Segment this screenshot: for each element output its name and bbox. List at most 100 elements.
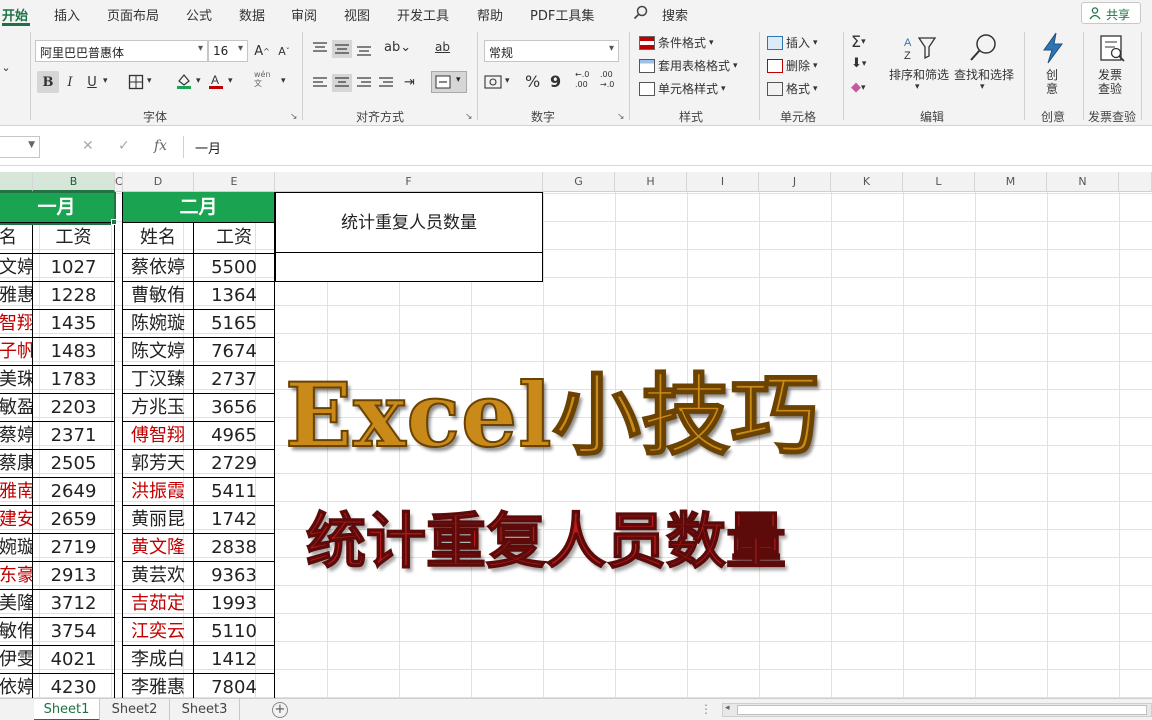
fill-handle[interactable]: [111, 219, 117, 225]
formula-input[interactable]: 一月: [183, 136, 1152, 158]
feb-name-header[interactable]: 姓名: [122, 223, 194, 254]
jan-salary-cell[interactable]: 1435: [33, 310, 115, 338]
cell-styles-button[interactable]: 单元格样式 ▾: [639, 80, 726, 97]
jan-name-cell[interactable]: 敏侑: [0, 618, 33, 646]
sheet-tab-3[interactable]: Sheet3: [170, 699, 240, 720]
column-header-n[interactable]: N: [1047, 172, 1119, 192]
jan-name-cell[interactable]: 蔡婷: [0, 422, 33, 450]
feb-name-cell[interactable]: 蔡依婷: [122, 254, 194, 282]
stat-title-cell[interactable]: 统计重复人员数量: [276, 193, 542, 253]
sheet-tab-1[interactable]: Sheet1: [34, 699, 100, 720]
vertical-align-icons[interactable]: [311, 40, 375, 58]
feb-salary-cell[interactable]: 5411: [194, 478, 275, 506]
column-header-j[interactable]: J: [759, 172, 831, 192]
invoice-check-icon[interactable]: [1098, 34, 1126, 62]
tab-page-layout[interactable]: 页面布局: [107, 5, 159, 24]
comma-style-button[interactable]: 9: [550, 72, 561, 91]
scroll-left-icon[interactable]: ◂: [725, 703, 730, 713]
autosum-icon[interactable]: Σ ▾: [851, 32, 866, 51]
jan-name-cell[interactable]: 雅惠: [0, 282, 33, 310]
feb-salary-cell[interactable]: 5165: [194, 310, 275, 338]
column-header-c[interactable]: C: [115, 172, 123, 192]
stat-result-cell[interactable]: [276, 254, 542, 282]
feb-name-cell[interactable]: 郭芳天: [122, 450, 194, 478]
border-icon[interactable]: [128, 74, 144, 90]
clear-icon[interactable]: ◆ ▾: [851, 80, 866, 95]
jan-salary-cell[interactable]: 2649: [33, 478, 115, 506]
jan-name-cell[interactable]: 蔡康: [0, 450, 33, 478]
feb-salary-cell[interactable]: 9363: [194, 562, 275, 590]
increase-decimal-button[interactable]: ←.0 .00: [575, 70, 589, 90]
column-header-i[interactable]: I: [687, 172, 759, 192]
cancel-icon[interactable]: ✕: [82, 138, 94, 154]
format-cells-button[interactable]: 格式 ▾: [767, 80, 818, 97]
number-format-select[interactable]: 常规 ▾: [484, 40, 619, 62]
chevron-down-icon[interactable]: ▾: [505, 76, 510, 86]
phonetic-guide-icon[interactable]: wén 文: [254, 70, 271, 88]
chevron-down-icon[interactable]: ▾: [147, 76, 152, 86]
jan-header-cell[interactable]: 一月: [0, 192, 115, 223]
chevron-down-icon[interactable]: ▾: [196, 76, 201, 86]
delete-cells-button[interactable]: 删除 ▾: [767, 57, 818, 74]
jan-salary-cell[interactable]: 2719: [33, 534, 115, 562]
bold-button[interactable]: B: [37, 71, 59, 93]
feb-salary-cell[interactable]: 7674: [194, 338, 275, 366]
jan-salary-cell[interactable]: 1783: [33, 366, 115, 394]
jan-salary-cell[interactable]: 1483: [33, 338, 115, 366]
accounting-format-icon[interactable]: [484, 73, 502, 91]
search-label[interactable]: 搜索: [662, 5, 688, 24]
tab-data[interactable]: 数据: [239, 5, 265, 24]
feb-name-cell[interactable]: 李雅惠: [122, 674, 194, 698]
name-box[interactable]: ▼: [0, 136, 40, 158]
decrease-decimal-button[interactable]: .00 →.0: [600, 70, 614, 90]
dialog-launcher-icon[interactable]: ↘: [617, 112, 625, 122]
column-header-m[interactable]: M: [975, 172, 1047, 192]
feb-salary-cell[interactable]: 1412: [194, 646, 275, 674]
orientation-icon[interactable]: ab⌄: [384, 40, 411, 55]
feb-salary-cell[interactable]: 2729: [194, 450, 275, 478]
sheet-tab-2[interactable]: Sheet2: [100, 699, 170, 720]
add-sheet-icon[interactable]: +: [272, 702, 288, 718]
worksheet-grid[interactable]: 一月 名 工资 文婷 1027 雅惠 1228 智翔 1435 子帆 1483 美珠 1783 敏盈…: [0, 192, 1152, 698]
jan-name-cell[interactable]: 敏盈: [0, 394, 33, 422]
jan-name-cell[interactable]: 依婷: [0, 674, 33, 698]
feb-name-cell[interactable]: 傅智翔: [122, 422, 194, 450]
tab-insert[interactable]: 插入: [54, 5, 80, 24]
jan-name-cell[interactable]: 婉璇: [0, 534, 33, 562]
jan-salary-cell[interactable]: 2659: [33, 506, 115, 534]
wrap-text-icon[interactable]: ab: [435, 40, 450, 54]
enter-icon[interactable]: ✓: [118, 138, 130, 154]
paste-dropdown-icon[interactable]: ⌄: [0, 60, 12, 74]
sheet-options-icon[interactable]: ⋮: [700, 702, 712, 716]
jan-name-cell[interactable]: 子帆: [0, 338, 33, 366]
feb-name-cell[interactable]: 李成白: [122, 646, 194, 674]
underline-button[interactable]: U: [81, 71, 103, 93]
dialog-launcher-icon[interactable]: ↘: [465, 112, 473, 122]
tab-pdf-tools[interactable]: PDF工具集: [530, 5, 594, 24]
font-color-icon[interactable]: A: [208, 72, 224, 90]
feb-salary-cell[interactable]: 2838: [194, 534, 275, 562]
jan-salary-cell[interactable]: 1027: [33, 254, 115, 282]
tab-view[interactable]: 视图: [344, 5, 370, 24]
feb-name-cell[interactable]: 黄丽昆: [122, 506, 194, 534]
tab-review[interactable]: 审阅: [291, 5, 317, 24]
feb-name-cell[interactable]: 吉茹定: [122, 590, 194, 618]
column-header-g[interactable]: G: [543, 172, 615, 192]
chevron-down-icon[interactable]: ▾: [228, 76, 233, 86]
feb-name-cell[interactable]: 陈文婷: [122, 338, 194, 366]
jan-name-cell[interactable]: 建安: [0, 506, 33, 534]
jan-salary-cell[interactable]: 2371: [33, 422, 115, 450]
feb-name-cell[interactable]: 黄芸欢: [122, 562, 194, 590]
fill-color-icon[interactable]: [175, 72, 193, 90]
column-header-k[interactable]: K: [831, 172, 903, 192]
jan-name-cell[interactable]: 雅南: [0, 478, 33, 506]
jan-salary-cell[interactable]: 2505: [33, 450, 115, 478]
jan-name-cell[interactable]: 美隆: [0, 590, 33, 618]
jan-name-cell[interactable]: 智翔: [0, 310, 33, 338]
feb-salary-cell[interactable]: 1742: [194, 506, 275, 534]
feb-salary-cell[interactable]: 1993: [194, 590, 275, 618]
sort-filter-icon[interactable]: A Z: [903, 34, 937, 62]
feb-name-cell[interactable]: 江奕云: [122, 618, 194, 646]
create-button-label[interactable]: 创 意: [1046, 68, 1058, 96]
jan-salary-cell[interactable]: 3712: [33, 590, 115, 618]
